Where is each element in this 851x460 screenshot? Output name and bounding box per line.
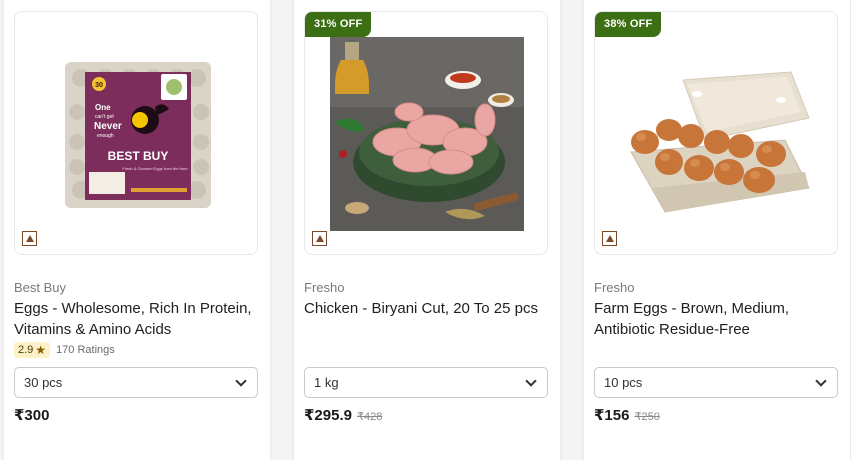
product-title[interactable]: Chicken - Biryani Cut, 20 To 25 pcs [304, 298, 552, 319]
pack-size-value: 10 pcs [604, 375, 643, 390]
sale-price: ₹156 [594, 407, 630, 424]
brown-eggs-carton-image [630, 71, 810, 213]
pack-tagline-1: One [95, 103, 111, 112]
pack-tagline-2: can't get [95, 114, 114, 120]
pack-size-dropdown[interactable]: 30 pcs [14, 367, 258, 398]
pack-brand-text: BEST BUY [108, 149, 169, 163]
ratings-count: 170 Ratings [56, 344, 115, 356]
product-brand: Best Buy [14, 280, 67, 295]
discount-badge: 38% OFF [595, 12, 662, 37]
sale-price: ₹295.9 [304, 407, 352, 424]
mrp-price: ₹250 [634, 411, 660, 423]
chevron-down-icon [235, 374, 247, 387]
rating-value: 2.9 [18, 344, 34, 356]
product-brand: Fresho [594, 280, 635, 295]
non-veg-indicator-icon [312, 231, 327, 246]
pack-tagline-3: Never [94, 121, 122, 132]
chevron-down-icon [525, 374, 537, 387]
pack-count-text: 30 [95, 82, 103, 89]
pack-size-dropdown[interactable]: 1 kg [304, 367, 548, 398]
product-brand: Fresho [304, 280, 345, 295]
price-row: ₹300 [14, 406, 49, 424]
pack-tagline-4: enough [97, 133, 114, 139]
non-veg-indicator-icon [22, 231, 37, 246]
egg-tray-pack-image: 30 One can't get Never enough BEST BUY F… [65, 62, 211, 208]
pack-size-value: 30 pcs [24, 375, 63, 390]
discount-badge: 31% OFF [305, 12, 372, 37]
pack-size-dropdown[interactable]: 10 pcs [594, 367, 838, 398]
rating-row: 2.9 ★ 170 Ratings [14, 342, 115, 358]
product-image[interactable]: 30 One can't get Never enough BEST BUY F… [14, 11, 258, 255]
pack-size-value: 1 kg [314, 375, 339, 390]
product-title[interactable]: Farm Eggs - Brown, Medium, Antibiotic Re… [594, 298, 842, 340]
product-title[interactable]: Eggs - Wholesome, Rich In Protein, Vitam… [14, 298, 262, 340]
chicken-bowl-image [330, 37, 524, 231]
product-card[interactable]: 31% OFF Fresho Chicken - Biryani Cut, 20… [294, 0, 560, 460]
star-icon: ★ [35, 343, 47, 357]
product-card[interactable]: 30 One can't get Never enough BEST BUY F… [4, 0, 270, 460]
product-image[interactable]: 38% OFF [594, 11, 838, 255]
price-row: ₹156 ₹250 [594, 406, 660, 424]
product-image[interactable]: 31% OFF [304, 11, 548, 255]
rating-badge: 2.9 ★ [14, 342, 51, 358]
non-veg-indicator-icon [602, 231, 617, 246]
product-card[interactable]: 38% OFF Fresho Farm Eggs - Brown, Medium… [584, 0, 850, 460]
mrp-price: ₹428 [356, 411, 383, 423]
price-row: ₹295.9 ₹428 [304, 406, 382, 424]
pack-sub-text: Fresh & Cleaned Eggs from the farm [122, 166, 188, 171]
sale-price: ₹300 [14, 407, 50, 424]
chevron-down-icon [815, 374, 827, 387]
